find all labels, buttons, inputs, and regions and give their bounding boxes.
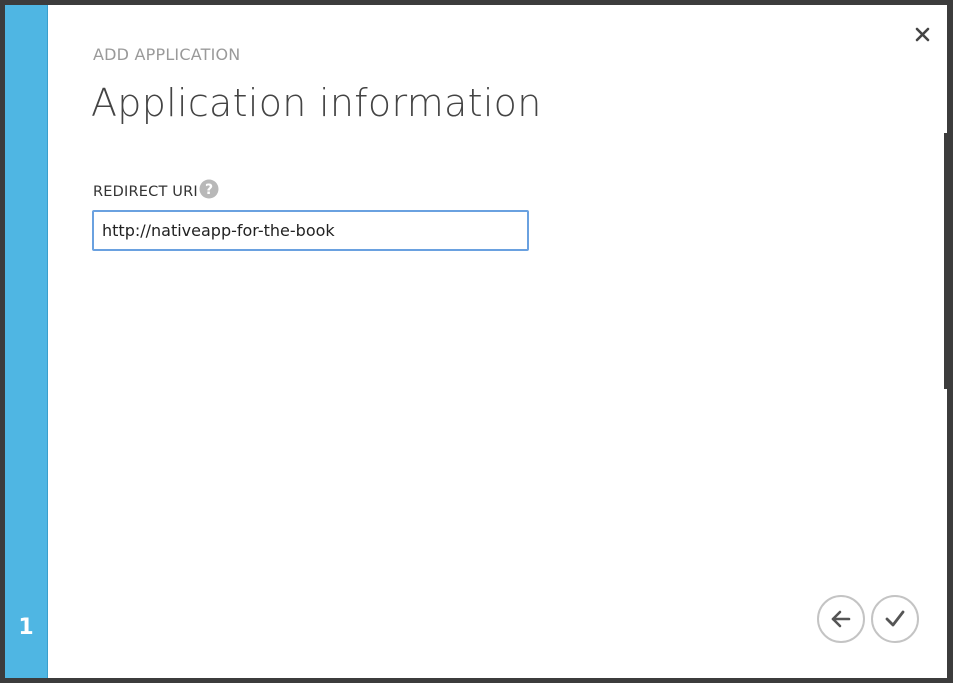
redirect-uri-input[interactable] <box>92 210 529 251</box>
redirect-uri-label-row: REDIRECT URI ? <box>93 179 219 205</box>
finish-button[interactable] <box>871 595 919 643</box>
question-icon[interactable]: ? <box>199 179 219 199</box>
back-button[interactable] <box>817 595 865 643</box>
close-button[interactable] <box>913 25 933 45</box>
page-title: Application information <box>91 81 542 125</box>
dialog-subtitle: ADD APPLICATION <box>93 45 241 64</box>
checkmark-icon <box>885 610 905 627</box>
add-application-dialog: 1 ADD APPLICATION Application informatio… <box>5 5 947 678</box>
close-icon <box>915 27 930 42</box>
window-frame: 1 ADD APPLICATION Application informatio… <box>0 0 953 683</box>
wizard-step-rail: 1 <box>5 5 48 678</box>
svg-text:?: ? <box>205 182 213 198</box>
redirect-uri-label: REDIRECT URI <box>93 184 198 200</box>
arrow-left-icon <box>831 610 851 628</box>
dialog-edge <box>944 133 947 389</box>
step-number: 1 <box>18 615 34 640</box>
